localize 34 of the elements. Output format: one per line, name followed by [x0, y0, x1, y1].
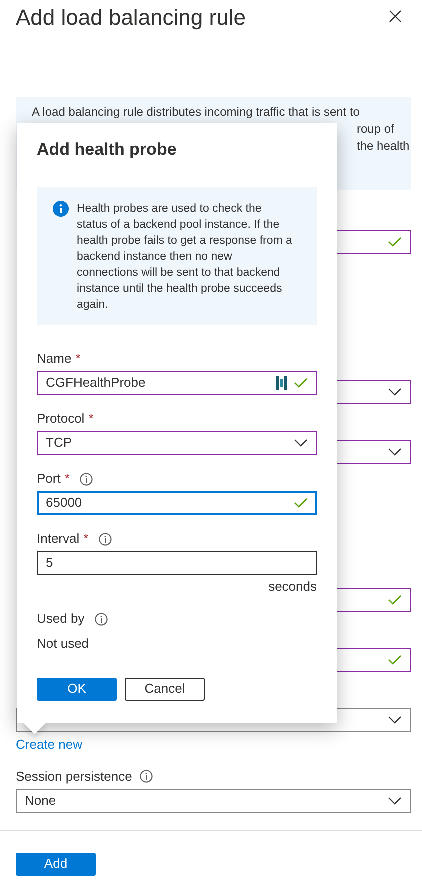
- required-asterisk: *: [76, 351, 81, 367]
- dialog-title: Add health probe: [37, 139, 178, 161]
- field-label: Port: [37, 471, 61, 487]
- chevron-down-icon[interactable]: [388, 448, 402, 456]
- chevron-down-icon[interactable]: [388, 796, 402, 804]
- chevron-down-icon[interactable]: [388, 388, 402, 396]
- create-new-link[interactable]: Create new: [16, 737, 82, 753]
- info-text: Health probes are used to check the status of a backend pool instance. If the health probe fails to get a response from a backend instance then no new connections will be sent to that backend instance until the health probe succeeds again.: [77, 202, 294, 311]
- add-button[interactable]: Add: [16, 852, 96, 876]
- cancel-button[interactable]: Cancel: [125, 678, 205, 700]
- chevron-down-icon[interactable]: [388, 716, 402, 724]
- field-label: Name: [37, 351, 72, 367]
- info-text-line: A load balancing rule distributes incoming traffic that is sent to: [32, 104, 360, 121]
- password-manager-icon[interactable]: [276, 376, 288, 390]
- ok-button[interactable]: OK: [37, 678, 117, 700]
- chevron-down-icon[interactable]: [294, 439, 308, 447]
- field-value: Not used: [37, 635, 90, 653]
- field-label: Session persistence: [16, 768, 132, 784]
- required-asterisk: *: [88, 411, 94, 427]
- unit-label: seconds: [268, 579, 317, 595]
- info-icon: [53, 201, 69, 217]
- field-label: Used by: [37, 611, 85, 627]
- dropdown[interactable]: TCP: [37, 431, 317, 455]
- panel-title: Add load balancing rule: [16, 4, 246, 32]
- dropdown[interactable]: None: [16, 788, 411, 812]
- field-label: Interval: [37, 531, 80, 547]
- input-field[interactable]: 5: [37, 551, 317, 575]
- input-field[interactable]: CGFHealthProbe: [37, 371, 317, 395]
- required-asterisk: *: [84, 531, 89, 547]
- info-text-line: roup of: [357, 121, 394, 138]
- input-field[interactable]: 65000: [37, 491, 317, 515]
- info-text-line: the health: [357, 138, 410, 155]
- field-label: Protocol: [37, 411, 85, 427]
- required-asterisk: *: [64, 471, 70, 487]
